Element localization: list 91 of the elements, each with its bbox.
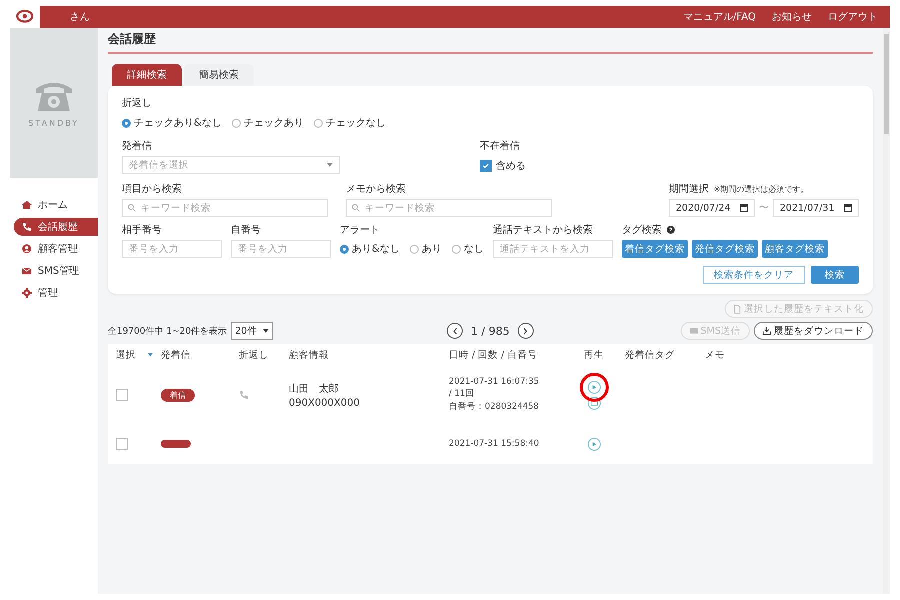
play-icon	[592, 384, 596, 390]
partner-number-field[interactable]: 番号を入力	[122, 240, 222, 258]
page-size-select[interactable]: 20件	[231, 322, 274, 340]
field-label: 折返し	[122, 96, 153, 110]
field-label: アラート	[340, 224, 381, 237]
field-label: タグ検索	[622, 224, 662, 237]
field-label: 通話テキストから検索	[492, 224, 594, 237]
status-text: STANDBY	[28, 118, 80, 128]
download-button[interactable]: 履歴をダウンロード	[754, 322, 873, 340]
customer-name: 山田 太郎	[289, 382, 340, 396]
keyword-search-field[interactable]: キーワード検索	[122, 199, 328, 217]
row-checkbox[interactable]	[116, 438, 128, 450]
nav-item[interactable]: 会話履歴	[14, 218, 98, 236]
calendar-icon	[740, 204, 748, 212]
field-label: 不在着信	[480, 140, 521, 153]
date-field[interactable]: 2021/07/31	[773, 199, 859, 217]
header-link[interactable]: お知らせ	[772, 10, 812, 24]
page-title: 会話履歴	[108, 28, 873, 54]
column-header: 顧客情報	[289, 348, 329, 362]
field-label: 発着信	[122, 140, 153, 153]
column-header: 日時 / 回数 / 自番号	[449, 348, 538, 362]
required-note: ※期間の選択は必須です。	[714, 184, 809, 194]
page-indicator: 1 / 985	[471, 324, 510, 338]
nav-item[interactable]: 管理	[10, 284, 98, 302]
play-button[interactable]	[588, 380, 600, 394]
download-icon	[762, 327, 771, 335]
caret-icon	[263, 329, 270, 333]
range-separator: 〜	[759, 202, 769, 215]
nav-item[interactable]: 顧客管理	[10, 240, 98, 258]
search-tab[interactable]: 詳細検索	[112, 64, 182, 86]
search-icon	[128, 204, 136, 212]
radio-option[interactable]: あり	[410, 242, 442, 256]
call-count: / 11回	[449, 388, 476, 400]
column-header: メモ	[705, 348, 725, 362]
column-header: 発着信タグ	[625, 348, 675, 362]
field-label: 自番号	[231, 224, 262, 237]
column-header: 折返し	[239, 348, 269, 362]
sort-icon[interactable]	[148, 353, 153, 357]
radio-option[interactable]: なし	[452, 242, 484, 256]
memo-search-field[interactable]: キーワード検索	[346, 199, 552, 217]
scrollbar[interactable]	[883, 28, 890, 594]
call-text-field[interactable]: 通話テキストを入力	[492, 240, 613, 258]
help-icon	[666, 226, 675, 234]
customer-phone: 090X000X000	[289, 398, 360, 408]
field-label: メモから検索	[346, 182, 407, 196]
envelope-icon	[22, 266, 32, 276]
radio-option[interactable]: チェックあり&なし	[122, 116, 222, 130]
gear-icon	[22, 288, 32, 298]
square-icon	[590, 400, 598, 406]
calendar-icon	[844, 204, 852, 212]
next-page-button[interactable]	[518, 323, 534, 339]
column-header: 発着信	[161, 348, 191, 362]
column-header: 再生	[584, 348, 604, 362]
chevron-right-icon	[523, 328, 528, 334]
person-icon	[22, 244, 32, 254]
caret-icon	[327, 163, 333, 167]
row-checkbox[interactable]	[116, 389, 128, 401]
call-datetime: 2021-07-31 16:07:35	[449, 377, 540, 387]
clear-button[interactable]: 検索条件をクリア	[703, 266, 805, 284]
phone-icon	[239, 390, 249, 400]
checkbox-option[interactable]: 含める	[480, 156, 526, 176]
chevron-left-icon	[452, 328, 458, 334]
search-icon	[352, 204, 360, 212]
call-type-badge	[161, 440, 191, 448]
own-number: 自番号：0280324458	[449, 401, 540, 413]
field-label: 相手番号	[122, 224, 163, 237]
search-tab[interactable]: 簡易検索	[184, 64, 254, 86]
field-label: 期間選択	[669, 182, 709, 196]
user-name: さん	[70, 11, 90, 24]
call-type-badge: 着信	[161, 388, 195, 402]
field-label: 項目から検索	[122, 182, 183, 196]
own-number-field[interactable]: 番号を入力	[231, 240, 331, 258]
play-icon	[592, 442, 596, 446]
header-link[interactable]: マニュアル/FAQ	[683, 10, 756, 24]
checkmark-icon	[482, 162, 490, 170]
column-header: 選択	[116, 348, 136, 362]
envelope-icon	[690, 328, 698, 334]
previous-page-button[interactable]	[447, 323, 464, 339]
house-icon	[22, 200, 32, 210]
radio-option[interactable]: チェックあり	[232, 116, 304, 130]
nav-item[interactable]: SMS管理	[10, 262, 98, 280]
radio-option[interactable]: チェックなし	[314, 116, 386, 130]
call-datetime: 2021-07-31 15:58:40	[449, 439, 540, 449]
play-button[interactable]	[588, 438, 600, 450]
document-icon	[734, 304, 741, 314]
header-link[interactable]: ログアウト	[828, 10, 878, 24]
result-summary: 全19700件中 1~20件を表示	[108, 326, 228, 338]
radio-option[interactable]: あり&なし	[340, 242, 400, 256]
date-field[interactable]: 2020/07/24	[669, 199, 755, 217]
nav-item[interactable]: ホーム	[10, 196, 98, 214]
phone-icon	[22, 222, 32, 232]
